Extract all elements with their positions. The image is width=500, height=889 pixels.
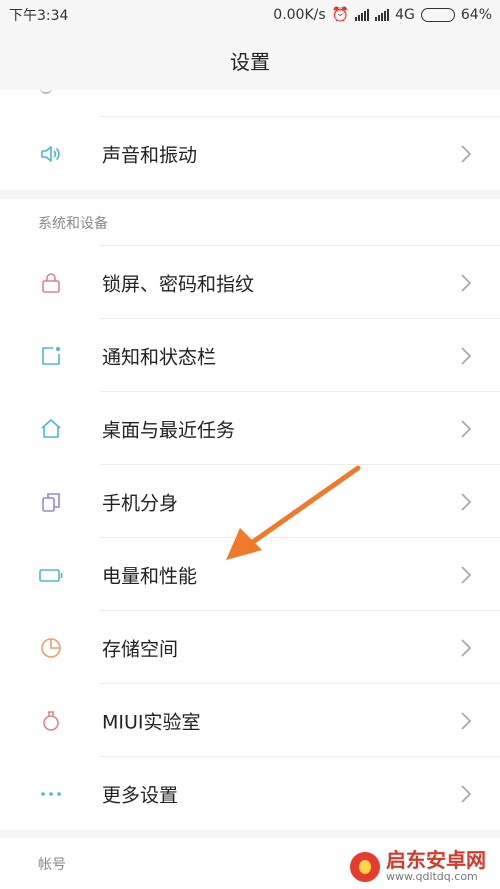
status-indicators: 0.00K/s ⏰ 4G 64%	[273, 7, 492, 23]
more-dots-icon	[38, 781, 64, 807]
settings-row-notifications[interactable]: 通知和状态栏	[0, 319, 500, 392]
battery-status-icon	[420, 8, 455, 22]
settings-row-miui-lab[interactable]: MIUI实验室	[0, 684, 500, 757]
settings-row-label: 更多设置	[102, 784, 179, 806]
chevron-right-icon	[461, 711, 472, 730]
section-title: 系统和设备	[38, 215, 108, 232]
settings-row-label: 存储空间	[102, 638, 179, 660]
status-bar: 下午3:34 0.00K/s ⏰ 4G 64%	[0, 0, 500, 30]
notification-icon	[38, 343, 64, 369]
settings-row-label: 桌面与最近任务	[102, 419, 236, 441]
header: 设置	[0, 30, 500, 90]
section-header-system: 系统和设备	[0, 199, 500, 246]
chevron-right-icon	[461, 419, 472, 438]
watermark: 启东安卓网 www.qdltdq.com	[344, 846, 492, 887]
section-gap	[0, 190, 500, 199]
settings-row-label: 手机分身	[102, 492, 179, 514]
watermark-title: 启东安卓网	[386, 848, 486, 873]
settings-row-label: 电量和性能	[102, 565, 198, 587]
section-gap	[0, 830, 500, 838]
page-title: 设置	[230, 49, 270, 74]
storage-icon	[38, 635, 64, 661]
chevron-right-icon	[461, 273, 472, 292]
chevron-right-icon	[461, 638, 472, 657]
settings-row-label: 锁屏、密码和指纹	[102, 273, 255, 295]
settings-row-sound[interactable]: 声音和振动	[0, 117, 500, 190]
settings-row-label: 通知和状态栏	[102, 346, 217, 368]
settings-row-home-screen[interactable]: 桌面与最近任务	[0, 392, 500, 465]
section-title: 帐号	[38, 856, 66, 873]
settings-row-more-settings[interactable]: 更多设置	[0, 757, 500, 830]
chevron-right-icon	[461, 784, 472, 803]
settings-row-dual-apps[interactable]: 手机分身	[0, 465, 500, 538]
network-type: 4G	[395, 7, 415, 23]
watermark-logo	[350, 851, 380, 882]
lock-icon	[38, 270, 64, 296]
settings-row-label: MIUI实验室	[102, 711, 201, 733]
signal-icon	[375, 9, 390, 21]
battery-percent: 64%	[460, 7, 492, 23]
network-speed: 0.00K/s	[273, 7, 326, 23]
dual-apps-icon	[38, 489, 64, 515]
lab-flask-icon	[38, 708, 64, 734]
chevron-right-icon	[461, 144, 472, 163]
chevron-right-icon	[461, 346, 472, 365]
settings-row-label: 声音和振动	[102, 144, 198, 166]
status-time: 下午3:34	[9, 8, 69, 24]
alarm-icon: ⏰	[331, 7, 350, 23]
home-icon	[38, 416, 64, 442]
battery-icon	[38, 562, 64, 588]
chevron-right-icon	[461, 492, 472, 511]
chevron-right-icon	[461, 565, 472, 584]
signal-icon	[355, 9, 370, 21]
watermark-url: www.qdltdq.com	[386, 870, 478, 884]
speaker-icon	[38, 141, 64, 167]
previous-row-peek	[0, 90, 500, 116]
settings-row-battery-performance[interactable]: 电量和性能	[0, 538, 500, 611]
settings-row-lock-screen[interactable]: 锁屏、密码和指纹	[0, 246, 500, 319]
settings-row-storage[interactable]: 存储空间	[0, 611, 500, 684]
